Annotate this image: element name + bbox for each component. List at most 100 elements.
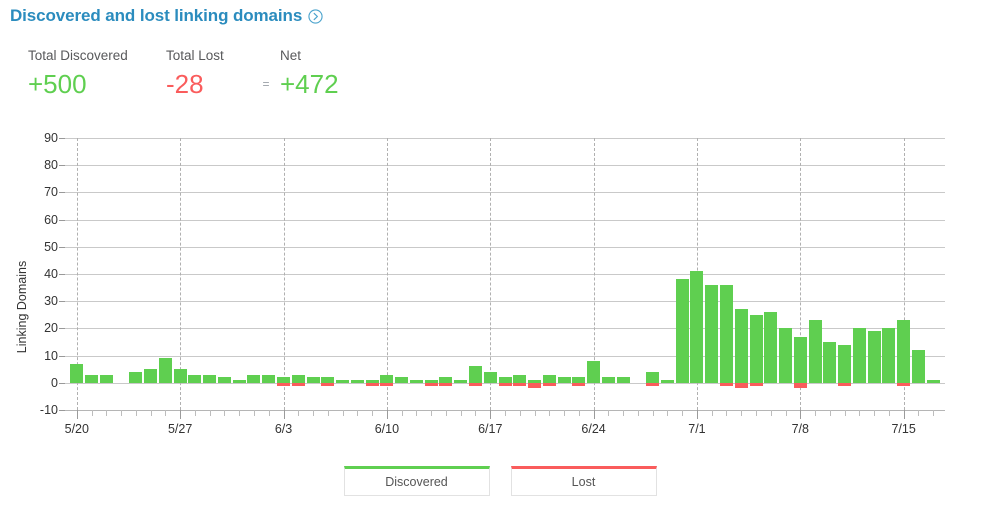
bar-lost[interactable] [365,382,379,386]
legend-item-lost[interactable]: Lost [510,466,657,496]
bar-lost[interactable] [749,382,763,386]
bar-lost[interactable] [424,382,438,386]
bar-discovered[interactable] [158,358,172,383]
x-tick-mark [209,410,211,416]
bar-lost[interactable] [793,382,807,389]
stat-total-discovered-value: +500 [28,69,87,99]
y-tick-mark-40 [59,274,65,275]
bar-lost[interactable] [380,382,394,386]
y-tick-label--10: -10 [39,403,58,417]
bar-discovered[interactable] [483,371,497,383]
bar-lost[interactable] [277,382,291,386]
y-tick-label-0: 0 [51,375,58,390]
bar-discovered[interactable] [779,328,793,383]
bar-lost[interactable] [719,382,733,386]
bar-discovered[interactable] [144,369,158,383]
x-tick-label-5/20: 5/20 [64,422,89,436]
bar-discovered[interactable] [336,380,350,383]
bar-discovered[interactable] [409,380,423,383]
gridline-y-60 [65,219,945,221]
bar-lost[interactable] [439,382,453,386]
bar-discovered[interactable] [217,377,231,383]
bar-lost[interactable] [542,382,556,386]
bar-discovered[interactable] [99,374,113,383]
chevron-right-circle-icon[interactable] [308,8,323,24]
bar-discovered[interactable] [173,369,187,383]
bar-lost[interactable] [468,382,482,386]
bar-discovered[interactable] [380,374,394,383]
bar-discovered[interactable] [749,314,763,383]
x-tick-mark [741,410,743,416]
x-tick-mark [298,410,300,416]
bar-discovered[interactable] [897,320,911,383]
bar-discovered[interactable] [306,377,320,383]
bar-discovered[interactable] [203,374,217,383]
bar-lost[interactable] [897,382,911,386]
bar-discovered[interactable] [557,377,571,383]
bar-discovered[interactable] [705,284,719,383]
x-tick-mark [106,410,108,416]
bar-lost[interactable] [321,382,335,386]
bar-discovered[interactable] [513,374,527,383]
bar-discovered[interactable] [764,312,778,383]
bar-lost[interactable] [513,382,527,386]
x-tick-mark [815,410,817,416]
x-tick-mark [578,410,580,416]
bar-discovered[interactable] [675,279,689,383]
y-tick-mark-60 [59,219,65,221]
bar-discovered[interactable] [85,374,99,383]
bar-discovered[interactable] [734,309,748,383]
x-tick-mark [652,410,654,416]
bar-discovered[interactable] [719,284,733,383]
y-tick-label-40: 40 [44,267,58,281]
bar-discovered[interactable] [129,371,143,383]
bar-discovered[interactable] [926,380,940,383]
bar-discovered[interactable] [808,320,822,383]
x-tick-mark [756,410,757,416]
bar-discovered[interactable] [468,366,482,383]
bar-lost[interactable] [572,382,586,386]
x-tick-label-7/8: 7/8 [791,422,809,436]
bar-discovered[interactable] [616,377,630,383]
x-tick-mark [194,410,196,416]
page-title: Discovered and lost linking domains [10,6,323,26]
bar-lost[interactable] [291,382,305,386]
bar-discovered[interactable] [601,377,615,383]
gridline-y-70 [65,192,945,194]
bar-discovered[interactable] [882,328,896,383]
bar-discovered[interactable] [291,374,305,383]
bar-lost[interactable] [528,382,542,389]
bar-discovered[interactable] [247,374,261,383]
bar-discovered[interactable] [587,361,601,383]
x-tick-mark [445,410,447,416]
bar-discovered[interactable] [70,363,84,383]
bar-discovered[interactable] [867,331,881,383]
legend-item-discovered[interactable]: Discovered [343,466,490,496]
bar-lost[interactable] [838,382,852,386]
x-tick-mark [623,410,625,416]
bar-lost[interactable] [498,382,512,386]
bar-lost[interactable] [734,382,748,389]
bar-discovered[interactable] [188,374,202,383]
page-title-text: Discovered and lost linking domains [10,6,303,25]
bar-discovered[interactable] [852,328,866,383]
bar-discovered[interactable] [350,380,364,383]
y-tick-label-90: 90 [44,131,58,145]
x-tick-mark [711,410,713,416]
bar-discovered[interactable] [646,371,660,383]
bar-discovered[interactable] [542,374,556,383]
bar-discovered[interactable] [232,380,246,383]
bar-discovered[interactable] [823,342,837,383]
bar-lost[interactable] [646,382,660,386]
bar-discovered[interactable] [262,374,276,383]
x-tick-mark [313,410,315,416]
gridline-x-6/17 [490,138,492,410]
bar-discovered[interactable] [793,336,807,383]
bar-discovered[interactable] [911,350,925,383]
bar-discovered[interactable] [454,380,468,383]
bar-discovered[interactable] [395,377,409,383]
bar-discovered[interactable] [660,380,674,383]
bar-discovered[interactable] [838,344,852,383]
bar-discovered[interactable] [690,271,704,383]
x-tick-mark [608,410,610,416]
